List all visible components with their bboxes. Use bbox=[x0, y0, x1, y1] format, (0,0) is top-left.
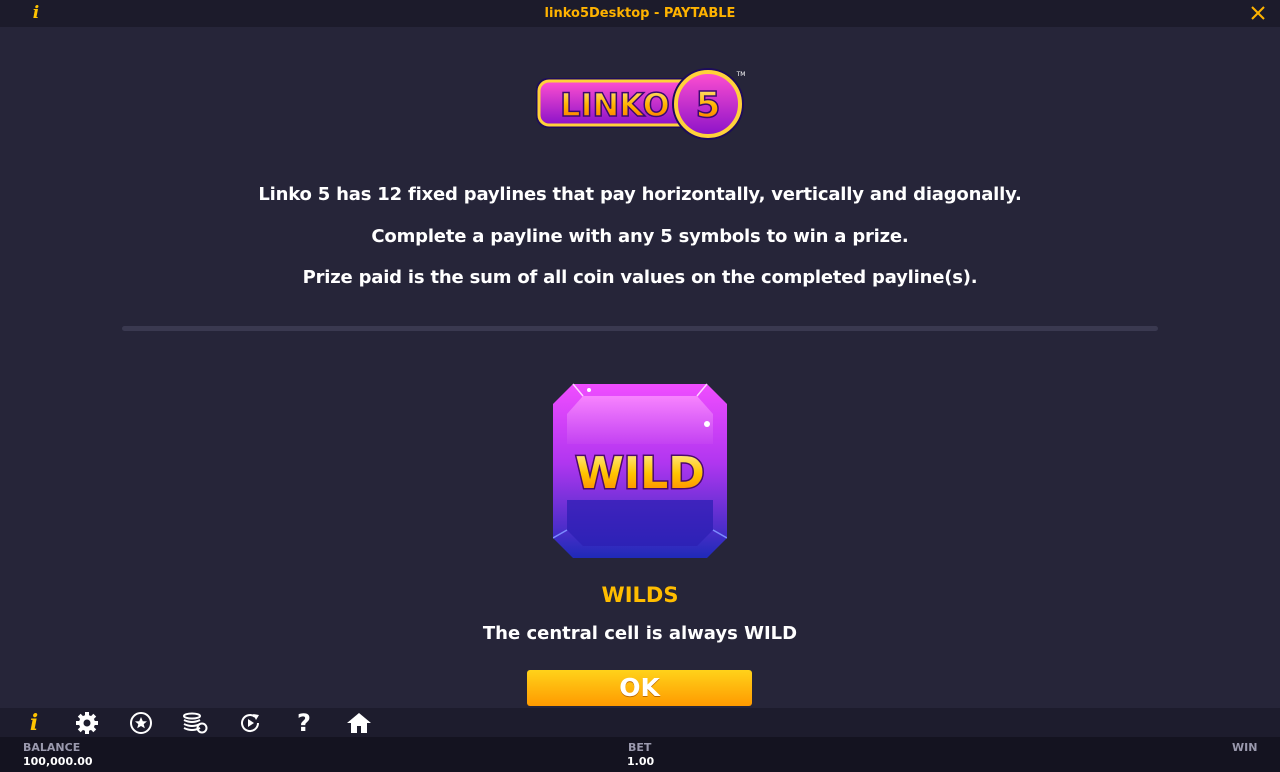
wild-description: The central cell is always WILD bbox=[482, 623, 798, 644]
home-icon[interactable] bbox=[345, 710, 373, 736]
wild-title: WILDS bbox=[601, 583, 679, 607]
autoplay-icon[interactable] bbox=[236, 710, 264, 736]
logo-number: 5 bbox=[695, 85, 720, 126]
rule-line-2: Complete a payline with any 5 symbols to… bbox=[371, 226, 909, 247]
bet-label: BET bbox=[628, 741, 652, 754]
balance-value: 100,000.00 bbox=[23, 755, 93, 768]
wild-symbol: WILD bbox=[553, 383, 727, 558]
coins-icon[interactable] bbox=[181, 710, 209, 736]
status-bar: BALANCE 100,000.00 BET 1.00 WIN bbox=[0, 737, 1280, 772]
rule-line-3: Prize paid is the sum of all coin values… bbox=[302, 267, 978, 288]
rule-line-1: Linko 5 has 12 fixed paylines that pay h… bbox=[258, 184, 1022, 205]
trademark: TM bbox=[736, 71, 746, 78]
favorites-icon[interactable] bbox=[127, 710, 155, 736]
ok-button[interactable]: OK bbox=[527, 670, 752, 706]
section-divider bbox=[122, 326, 1158, 331]
window-title: linko5Desktop - PAYTABLE bbox=[544, 6, 736, 21]
game-logo: LINKO 5 TM bbox=[536, 68, 746, 140]
win-label: WIN bbox=[1232, 741, 1258, 754]
bet-value: 1.00 bbox=[627, 755, 655, 768]
logo-text: LINKO bbox=[560, 86, 670, 124]
wild-symbol-text: WILD bbox=[575, 448, 704, 499]
info-icon[interactable]: i bbox=[20, 710, 48, 736]
balance-label: BALANCE bbox=[23, 741, 81, 754]
settings-icon[interactable] bbox=[73, 710, 101, 736]
title-bar: i linko5Desktop - PAYTABLE bbox=[0, 0, 1280, 27]
help-icon[interactable]: ? bbox=[290, 709, 318, 737]
bottom-toolbar: i ? bbox=[0, 708, 1280, 737]
close-icon[interactable] bbox=[1250, 5, 1266, 21]
